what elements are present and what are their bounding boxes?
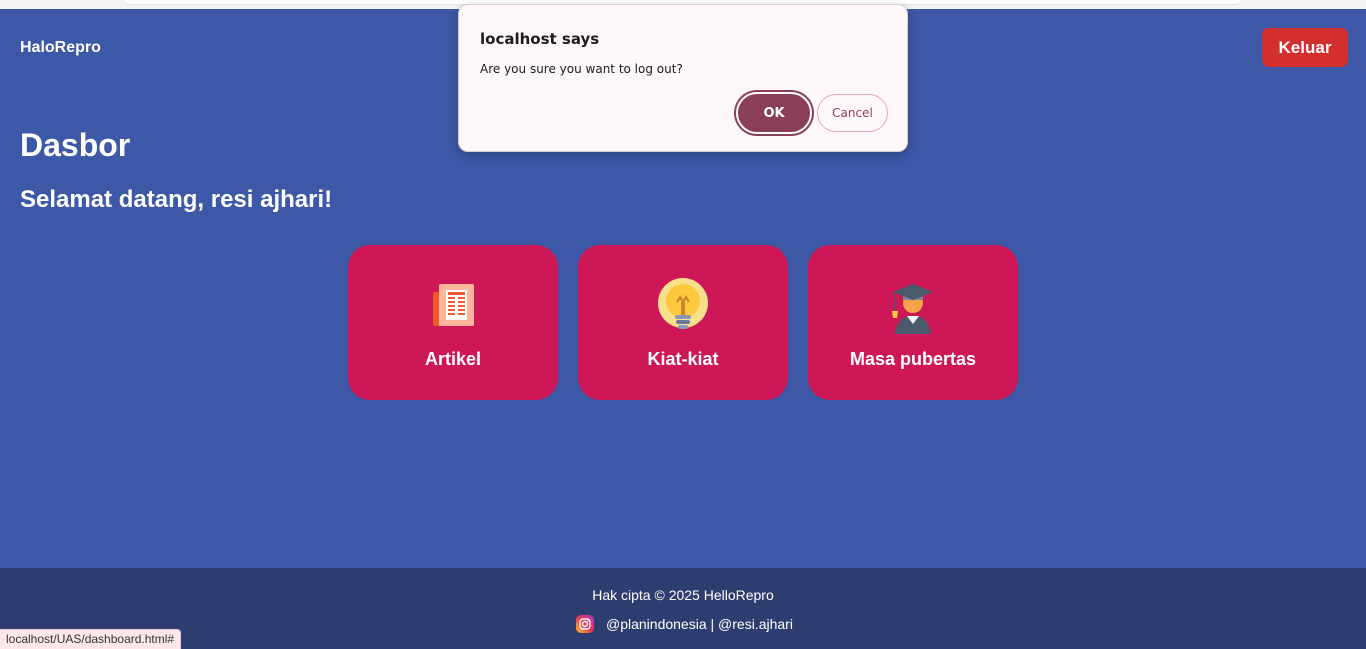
dialog-ok-button[interactable]: OK [736, 92, 812, 134]
confirm-dialog: localhost says Are you sure you want to … [458, 4, 908, 152]
copyright-text: Hak cipta © 2025 HelloRepro [592, 587, 774, 603]
card-label: Artikel [424, 349, 482, 369]
card-label: Kiat-kiat [647, 349, 719, 369]
instagram-icon[interactable] [576, 615, 594, 633]
newspaper-icon [425, 278, 481, 334]
brand-logo-text[interactable]: HaloRepro [20, 39, 101, 57]
card-kiat-kiat[interactable]: Kiat-kiat [578, 245, 788, 400]
footer: Hak cipta © 2025 HelloRepro @planindones… [0, 568, 1366, 649]
welcome-message: Selamat datang, resi ajhari! [20, 186, 333, 213]
logout-button[interactable]: Keluar [1262, 28, 1348, 67]
card-artikel[interactable]: Artikel [348, 245, 558, 400]
lightbulb-icon [655, 278, 711, 334]
dialog-title: localhost says [480, 30, 600, 48]
social-handles[interactable]: @planindonesia | @resi.ajhari [606, 616, 793, 632]
dialog-message: Are you sure you want to log out? [480, 62, 683, 76]
page-title: Dasbor [20, 127, 131, 163]
card-masa-pubertas[interactable]: Masa pubertas [808, 245, 1018, 400]
browser-status-url: localhost/UAS/dashboard.html# [0, 629, 182, 649]
social-links: @planindonesia | @resi.ajhari [576, 614, 793, 634]
card-label: Masa pubertas [849, 349, 977, 369]
graduate-student-icon [885, 278, 941, 334]
dialog-cancel-button[interactable]: Cancel [817, 94, 888, 132]
